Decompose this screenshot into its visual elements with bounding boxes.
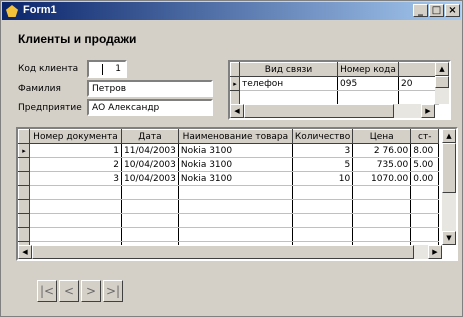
cell-product[interactable]: Nokia 3100: [178, 171, 293, 186]
table-row[interactable]: ▸ телефон 095 20: [230, 76, 439, 91]
scroll-down-icon[interactable]: ▼: [442, 231, 456, 245]
cell-product[interactable]: Nokia 3100: [178, 143, 293, 158]
client-code-value: 1: [115, 64, 121, 74]
cell-date[interactable]: 11/04/2003: [121, 143, 179, 158]
table-row-empty[interactable]: [230, 90, 439, 105]
scroll-thumb[interactable]: [244, 104, 394, 118]
maximize-button[interactable]: □: [429, 4, 444, 17]
client-code-field[interactable]: 1: [87, 60, 127, 78]
scroll-up-icon[interactable]: ▲: [435, 62, 449, 76]
column-header-code-number[interactable]: Номер кода: [337, 62, 399, 77]
company-label: Предприятие: [18, 103, 82, 113]
cell-code-number[interactable]: 095: [337, 76, 399, 91]
column-header-sum[interactable]: ст-: [410, 129, 440, 144]
column-header-contact-type[interactable]: Вид связи: [239, 62, 338, 77]
cell-contact-type[interactable]: телефон: [239, 76, 338, 91]
scroll-thumb[interactable]: [435, 76, 449, 88]
nav-prev-button[interactable]: <: [59, 280, 79, 302]
page-title: Клиенты и продажи: [18, 32, 137, 46]
sales-grid[interactable]: Номер документа Дата Наименование товара…: [16, 127, 458, 261]
window-title: Form1: [23, 4, 57, 16]
form1-window: Form1 _ □ × Клиенты и продажи Код клиент…: [0, 0, 463, 317]
cell-extra[interactable]: 20: [398, 76, 439, 91]
cell-product[interactable]: Nokia 3100: [178, 157, 293, 172]
scroll-left-icon[interactable]: ◀: [18, 245, 32, 259]
cell-sum[interactable]: 8.00: [410, 143, 440, 158]
sales-horizontal-scrollbar[interactable]: ◀ ▶: [18, 245, 442, 259]
cell-sum[interactable]: 0.00: [410, 171, 440, 186]
close-button[interactable]: ×: [445, 4, 460, 17]
row-indicator-icon: ▸: [18, 143, 30, 158]
column-header-quantity[interactable]: Количество: [291, 129, 354, 144]
column-header-doc-number[interactable]: Номер документа: [29, 129, 122, 144]
row-indicator-empty: [18, 157, 30, 172]
column-header-product[interactable]: Наименование товара: [177, 129, 293, 144]
contacts-grid[interactable]: Вид связи Номер кода ▸ телефон 095 20 ▲ …: [228, 60, 451, 120]
scroll-right-icon[interactable]: ▶: [421, 104, 435, 118]
cell-doc-number[interactable]: 3: [29, 171, 122, 186]
title-bar[interactable]: Form1 _ □ ×: [2, 2, 461, 20]
cell-date[interactable]: 10/04/2003: [121, 157, 179, 172]
scroll-left-icon[interactable]: ◀: [230, 104, 244, 118]
table-row-empty[interactable]: [18, 227, 440, 242]
table-row-empty[interactable]: [18, 213, 440, 228]
contacts-vertical-scrollbar[interactable]: ▲: [435, 62, 449, 104]
row-indicator-icon: ▸: [230, 76, 240, 91]
cell-sum[interactable]: 5.00: [410, 157, 440, 172]
nav-next-button[interactable]: >: [81, 280, 101, 302]
table-row[interactable]: 2 10/04/2003 Nokia 3100 5 735.00 5.00: [18, 157, 440, 172]
client-code-label: Код клиента: [18, 64, 79, 74]
table-row-empty[interactable]: [18, 199, 440, 214]
contacts-horizontal-scrollbar[interactable]: ◀ ▶: [230, 104, 435, 118]
cell-date[interactable]: 10/04/2003: [121, 171, 179, 186]
row-indicator-empty: [18, 171, 30, 186]
minimize-button[interactable]: _: [413, 4, 428, 17]
cell-quantity[interactable]: 10: [292, 171, 354, 186]
nav-last-button[interactable]: >|: [103, 280, 123, 302]
sales-corner: [18, 129, 30, 144]
cell-doc-number[interactable]: 2: [29, 157, 122, 172]
scroll-thumb[interactable]: [32, 245, 414, 259]
surname-label: Фамилия: [18, 84, 61, 94]
cell-quantity[interactable]: 3: [292, 143, 354, 158]
scroll-right-icon[interactable]: ▶: [428, 245, 442, 259]
cell-doc-number[interactable]: 1: [29, 143, 122, 158]
app-icon: [6, 5, 18, 17]
row-indicator-empty: [230, 90, 240, 105]
cell-quantity[interactable]: 5: [292, 157, 354, 172]
contacts-corner: [230, 62, 240, 77]
column-header-price[interactable]: Цена: [352, 129, 412, 144]
table-row-empty[interactable]: [18, 185, 440, 200]
cell-price[interactable]: 735.00: [352, 157, 412, 172]
scroll-thumb[interactable]: [442, 143, 456, 193]
surname-field[interactable]: Петров: [87, 80, 213, 97]
column-header-date[interactable]: Дата: [121, 129, 179, 144]
sales-vertical-scrollbar[interactable]: ▲ ▼: [442, 129, 456, 245]
column-header-extra[interactable]: [398, 62, 439, 77]
table-row[interactable]: ▸ 1 11/04/2003 Nokia 3100 3 2 76.00 8.00: [18, 143, 440, 158]
company-field[interactable]: АО Александр: [87, 99, 213, 116]
cell-price[interactable]: 2 76.00: [352, 143, 412, 158]
scroll-up-icon[interactable]: ▲: [442, 129, 456, 143]
text-caret: [102, 64, 103, 75]
table-row[interactable]: 3 10/04/2003 Nokia 3100 10 1070.00 0.00: [18, 171, 440, 186]
cell-price[interactable]: 1070.00: [352, 171, 412, 186]
nav-first-button[interactable]: |<: [37, 280, 57, 302]
